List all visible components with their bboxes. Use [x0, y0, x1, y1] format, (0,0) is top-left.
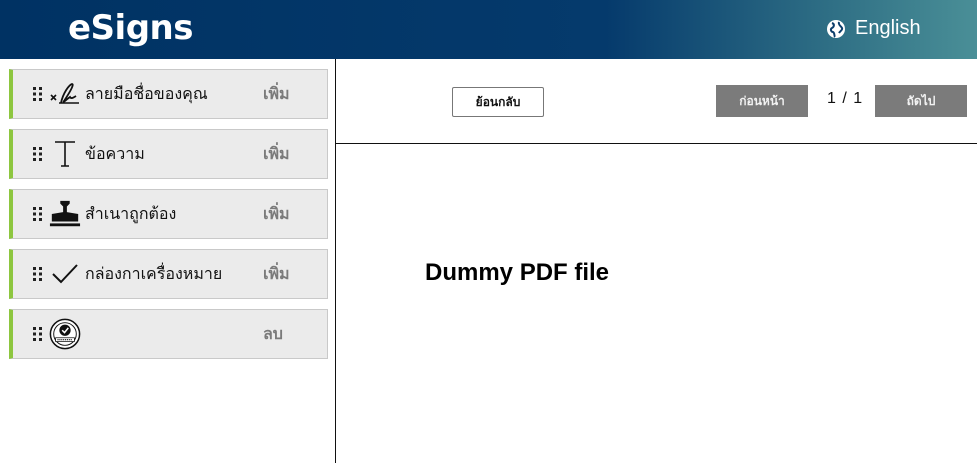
language-switcher[interactable]: English [826, 17, 921, 40]
viewer-toolbar: ย้อนกลับ ก่อนหน้า 1 / 1 ถัดไป [336, 59, 977, 144]
field-label: ลายมือชื่อของคุณ [85, 83, 208, 103]
add-signature-button[interactable]: เพิ่ม [263, 82, 290, 107]
stamp-icon [49, 196, 81, 232]
certified-badge-icon [49, 316, 81, 352]
drag-handle-icon[interactable] [31, 207, 45, 221]
field-label: ข้อความ [85, 143, 145, 163]
drag-handle-icon[interactable] [31, 87, 45, 101]
field-certified[interactable]: ลบ [9, 309, 328, 359]
field-label: สำเนาถูกต้อง [85, 203, 177, 223]
field-signature[interactable]: ลายมือชื่อของคุณ เพิ่ม [9, 69, 328, 119]
checkmark-icon [49, 256, 81, 292]
add-stamp-button[interactable]: เพิ่ม [263, 202, 290, 227]
app-logo: eSigns [68, 8, 193, 48]
field-label: กล่องกาเครื่องหมาย [85, 263, 223, 283]
drag-handle-icon[interactable] [31, 327, 45, 341]
drag-handle-icon[interactable] [31, 147, 45, 161]
field-checkbox[interactable]: กล่องกาเครื่องหมาย เพิ่ม [9, 249, 328, 299]
language-label: English [855, 17, 921, 39]
document-viewer: ย้อนกลับ ก่อนหน้า 1 / 1 ถัดไป Dummy PDF … [336, 59, 977, 463]
back-button[interactable]: ย้อนกลับ [452, 87, 544, 117]
drag-handle-icon[interactable] [31, 267, 45, 281]
remove-certified-button[interactable]: ลบ [263, 322, 283, 347]
previous-page-button[interactable]: ก่อนหน้า [716, 85, 808, 117]
globe-icon [827, 19, 845, 38]
field-sidebar: ลายมือชื่อของคุณ เพิ่ม ข้อความ เพิ่ม สำเ… [0, 59, 336, 463]
next-page-button[interactable]: ถัดไป [875, 85, 967, 117]
page-indicator: 1 / 1 [827, 90, 864, 107]
signature-icon [49, 76, 81, 112]
text-icon [49, 136, 81, 172]
field-text[interactable]: ข้อความ เพิ่ม [9, 129, 328, 179]
app-header: eSigns English [0, 0, 977, 59]
field-stamp[interactable]: สำเนาถูกต้อง เพิ่ม [9, 189, 328, 239]
document-page-text: Dummy PDF file [425, 259, 610, 286]
add-text-button[interactable]: เพิ่ม [263, 142, 290, 167]
add-checkbox-button[interactable]: เพิ่ม [263, 262, 290, 287]
